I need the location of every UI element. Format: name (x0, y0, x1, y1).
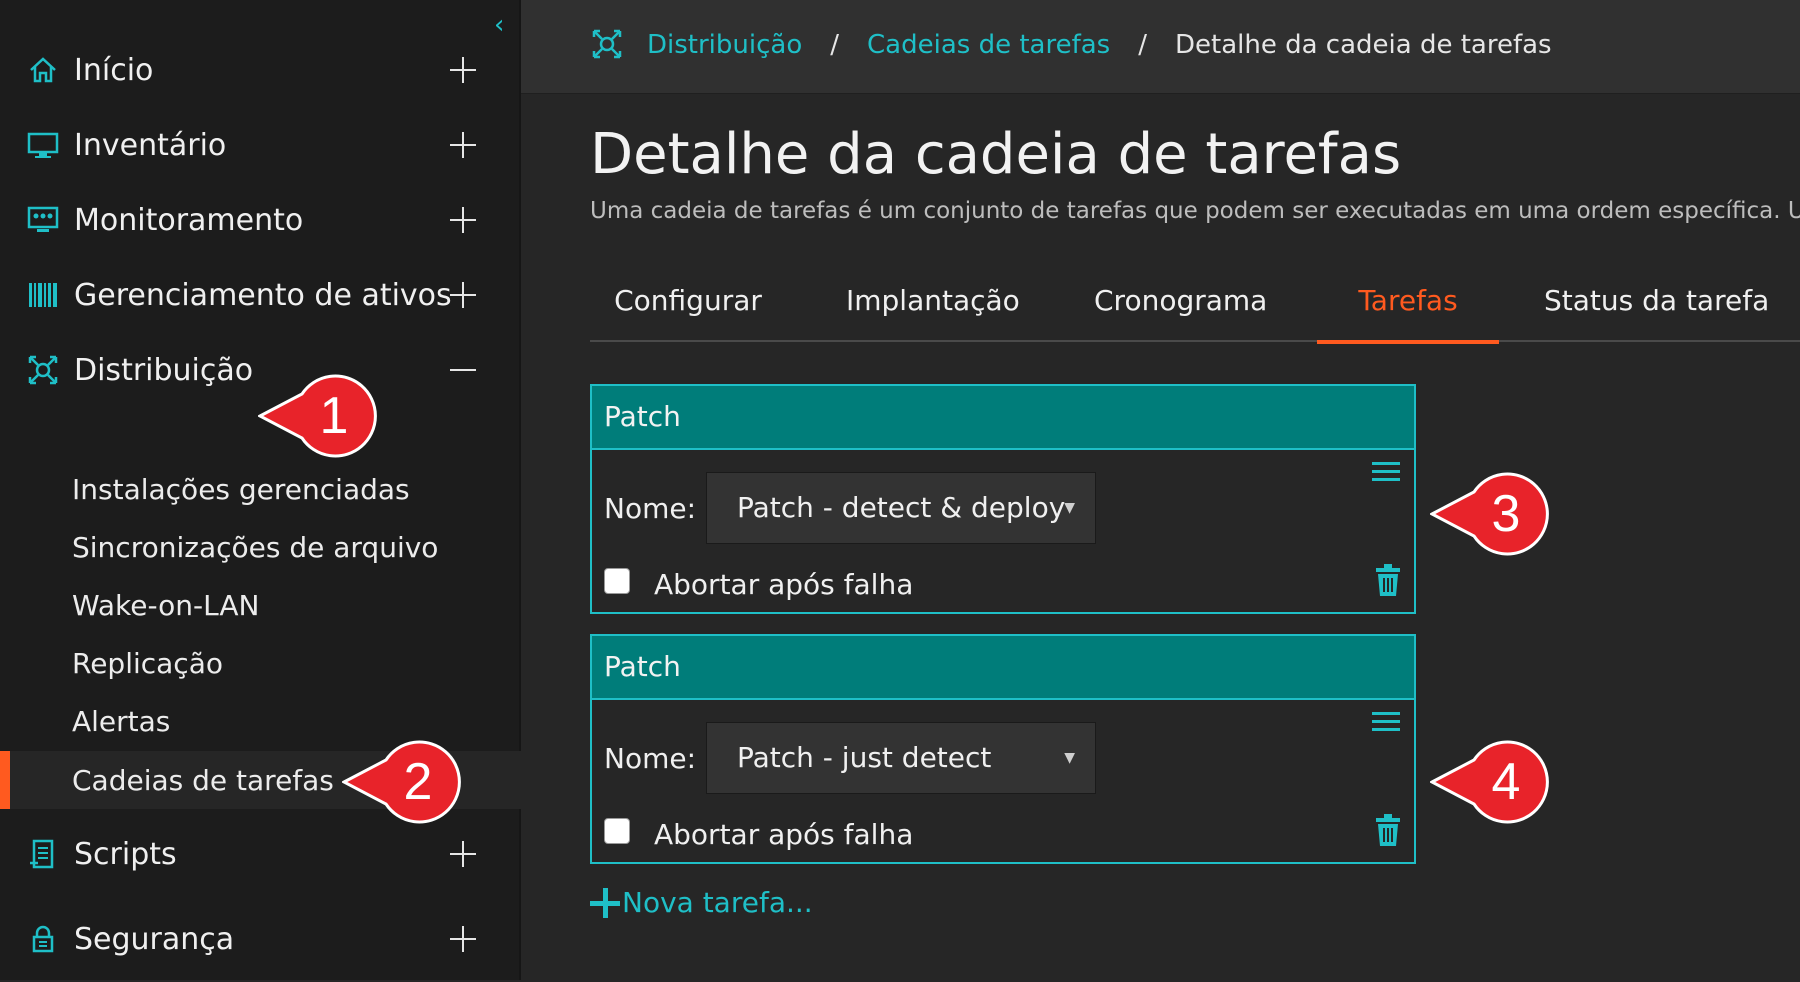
monitoring-icon (26, 203, 60, 237)
task-name-select[interactable]: Patch - detect & deploy ▼ (706, 472, 1096, 544)
trash-icon[interactable] (1374, 564, 1402, 598)
tab-implantacao[interactable]: Implantação (846, 268, 1020, 342)
expand-icon[interactable] (446, 203, 480, 237)
abort-on-failure-label: Abortar após falha (654, 818, 914, 851)
barcode-icon (26, 278, 60, 312)
task-name-label: Nome: (604, 492, 697, 525)
breadcrumb-separator: / (830, 30, 840, 60)
abort-on-failure-label: Abortar após falha (654, 568, 914, 601)
tab-tarefas[interactable]: Tarefas (1317, 268, 1499, 344)
breadcrumb-current: Detalhe da cadeia de tarefas (1174, 30, 1552, 60)
drag-handle-icon[interactable] (1372, 462, 1400, 482)
expand-icon[interactable] (446, 837, 480, 871)
sidebar-item-label: Distribuição (74, 352, 254, 388)
plus-icon (590, 887, 620, 918)
task-header: Patch (592, 386, 1414, 450)
sidebar-subitem-label: Instalações gerenciadas (72, 472, 410, 506)
task-name-select[interactable]: Patch - just detect ▼ (706, 722, 1096, 794)
breadcrumb-link-distribuicao[interactable]: Distribuição (647, 30, 802, 60)
task-name-select-value: Patch - detect & deploy (737, 491, 1066, 524)
breadcrumb: Distribuição / Cadeias de tarefas / Detalhe … (647, 30, 1552, 60)
expand-icon[interactable] (446, 278, 480, 312)
page-title: Detalhe da cadeia de tarefas (590, 122, 1402, 187)
callout-1: 1 (258, 370, 382, 462)
tab-cronograma[interactable]: Cronograma (1094, 268, 1267, 342)
callout-number: 3 (1491, 485, 1521, 543)
sidebar-subitem-label: Cadeias de tarefas (72, 763, 334, 797)
home-icon (26, 53, 60, 87)
callout-3: 3 (1430, 468, 1554, 560)
expand-icon[interactable] (446, 128, 480, 162)
dropdown-arrow-icon: ▼ (1064, 750, 1075, 766)
distribution-icon (591, 28, 625, 62)
page-description: Uma cadeia de tarefas é um conjunto de t… (590, 198, 1800, 224)
sidebar-item-label: Início (74, 52, 154, 88)
sidebar-item-label: Scripts (74, 836, 177, 872)
tab-configurar[interactable]: Configurar (614, 268, 762, 342)
abort-on-failure-checkbox[interactable] (604, 568, 630, 594)
callout-2: 2 (342, 736, 466, 828)
distribution-icon (26, 353, 60, 387)
new-task-label: Nova tarefa... (622, 886, 813, 919)
task-name-label: Nome: (604, 742, 697, 775)
drag-handle-icon[interactable] (1372, 712, 1400, 732)
expand-icon[interactable] (446, 53, 480, 87)
sidebar-subitem-wake-on-lan[interactable]: Wake-on-LAN (0, 576, 521, 634)
sidebar-subitem-replicacao[interactable]: Replicação (0, 634, 521, 692)
sidebar-item-seguranca[interactable]: Segurança (0, 896, 521, 982)
lock-icon (26, 922, 60, 956)
sidebar-item-inicio[interactable]: Início (0, 27, 521, 113)
sidebar-subitem-label: Replicação (72, 646, 223, 680)
sidebar-subitem-label: Sincronizações de arquivo (72, 530, 439, 564)
callout-number: 1 (319, 387, 349, 445)
tab-status-da-tarefa[interactable]: Status da tarefa (1544, 268, 1769, 342)
collapse-icon[interactable] (446, 353, 480, 387)
new-task-link[interactable]: Nova tarefa... (590, 886, 813, 919)
task-header: Patch (592, 636, 1414, 700)
sidebar-item-gerenciamento-de-ativos[interactable]: Gerenciamento de ativos (0, 252, 521, 338)
sidebar-subitem-label: Alertas (72, 704, 171, 738)
sidebar-item-label: Gerenciamento de ativos (74, 277, 452, 313)
breadcrumb-separator: / (1138, 30, 1147, 60)
abort-on-failure-checkbox[interactable] (604, 818, 630, 844)
tab-bar: Configurar Implantação Cronograma Tarefa… (590, 268, 1800, 344)
breadcrumb-link-cadeias-de-tarefas[interactable]: Cadeias de tarefas (867, 30, 1110, 60)
sidebar-subitem-sincronizacoes-de-arquivo[interactable]: Sincronizações de arquivo (0, 518, 521, 576)
sidebar: ‹ Início Inventário Monitoramento Gerenc… (0, 0, 521, 980)
task-name-select-value: Patch - just detect (737, 741, 992, 774)
dropdown-arrow-icon: ▼ (1064, 500, 1075, 516)
sidebar-item-inventario[interactable]: Inventário (0, 102, 521, 188)
monitor-icon (26, 128, 60, 162)
trash-icon[interactable] (1374, 814, 1402, 848)
topbar: Distribuição / Cadeias de tarefas / Detalhe … (521, 0, 1800, 94)
sidebar-item-monitoramento[interactable]: Monitoramento (0, 177, 521, 263)
callout-4: 4 (1430, 736, 1554, 828)
sidebar-subitem-instalacoes-gerenciadas[interactable]: Instalações gerenciadas (0, 460, 521, 518)
sidebar-item-label: Segurança (74, 921, 235, 957)
sidebar-subitem-label: Wake-on-LAN (72, 588, 260, 622)
task-card: Patch Nome: Patch - detect & deploy ▼ Ab… (590, 384, 1416, 614)
sidebar-item-label: Inventário (74, 127, 227, 163)
sidebar-item-label: Monitoramento (74, 202, 304, 238)
callout-number: 4 (1491, 753, 1521, 811)
expand-icon[interactable] (446, 922, 480, 956)
task-card: Patch Nome: Patch - just detect ▼ Aborta… (590, 634, 1416, 864)
script-icon (26, 837, 60, 871)
callout-number: 2 (403, 753, 433, 811)
